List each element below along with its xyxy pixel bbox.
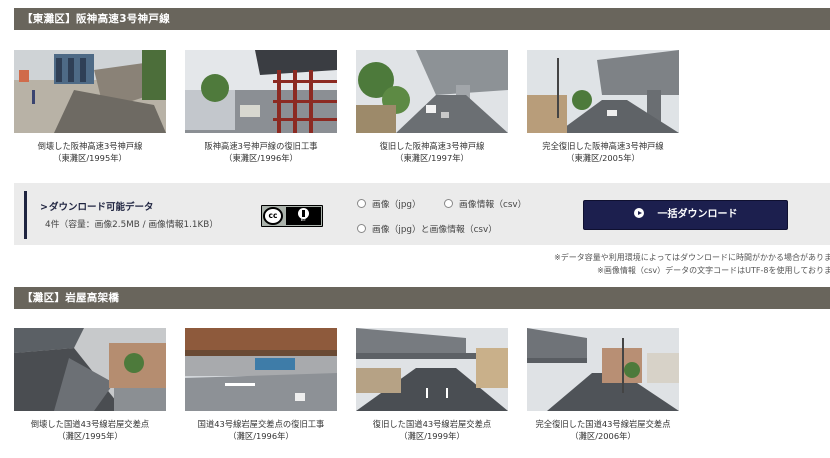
photo-caption: 復旧した国道43号線岩屋交差点 — [372, 419, 492, 429]
photo-thumbnail[interactable] — [185, 328, 337, 411]
photo-subcaption: （東灘区/1995年） — [53, 153, 127, 163]
photo-thumbnail[interactable] — [527, 50, 679, 133]
photo-item[interactable]: 復旧した国道43号線岩屋交差点 （灘区/1999年） — [356, 328, 508, 442]
photo-caption: 阪神高速3号神戸線の復旧工事 — [204, 141, 318, 151]
cc-by-license-icon[interactable]: cc BY — [261, 205, 323, 227]
photo-caption: 完全復旧した国道43号線岩屋交差点 — [535, 419, 671, 429]
by-icon: BY — [286, 207, 321, 225]
photo-caption: 復旧した阪神高速3号神戸線 — [379, 141, 485, 151]
chevron-right-icon: > — [40, 202, 48, 213]
photo-item[interactable]: 阪神高速3号神戸線の復旧工事 （東灘区/1996年） — [185, 50, 337, 164]
bulk-download-label: 一括ダウンロード — [657, 209, 738, 220]
photo-subcaption: （東灘区/1997年） — [395, 153, 469, 163]
bulk-download-button[interactable]: 一括ダウンロード — [583, 200, 788, 230]
radio-label: 画像（jpg）と画像情報（csv） — [372, 225, 498, 235]
cc-icon: cc — [263, 207, 283, 225]
photo-thumbnail[interactable] — [14, 50, 166, 133]
section-header-nada: 【灘区】岩屋高架橋 — [14, 287, 830, 309]
radio-circle-icon[interactable] — [357, 199, 366, 208]
photo-item[interactable]: 倒壊した国道43号線岩屋交差点 （灘区/1995年） — [14, 328, 166, 442]
radio-image-and-info[interactable]: 画像（jpg）と画像情報（csv） — [357, 222, 497, 235]
photo-subcaption: （東灘区/1996年） — [224, 153, 298, 163]
photo-thumbnail[interactable] — [185, 50, 337, 133]
photo-caption: 完全復旧した阪神高速3号神戸線 — [542, 141, 664, 151]
download-info: 4件（容量：画像2.5MB / 画像情報1.1KB） — [45, 220, 219, 230]
download-title: >ダウンロード可能データ — [40, 199, 153, 213]
photo-thumbnail[interactable] — [527, 328, 679, 411]
photo-subcaption: （東灘区/2005年） — [566, 153, 640, 163]
photo-caption: 倒壊した阪神高速3号神戸線 — [37, 141, 143, 151]
radio-label: 画像（jpg） — [372, 200, 421, 210]
radio-image-info-csv[interactable]: 画像情報（csv） — [444, 197, 526, 210]
photo-item[interactable]: 完全復旧した国道43号線岩屋交差点 （灘区/2006年） — [527, 328, 679, 442]
photo-thumbnail[interactable] — [14, 328, 166, 411]
section-header-higashinada: 【東灘区】阪神高速3号神戸線 — [14, 8, 830, 30]
photo-caption: 倒壊した国道43号線岩屋交差点 — [30, 419, 150, 429]
photo-item[interactable]: 完全復旧した阪神高速3号神戸線 （東灘区/2005年） — [527, 50, 679, 164]
photo-thumbnail[interactable] — [356, 328, 508, 411]
photo-subcaption: （灘区/1995年） — [57, 431, 123, 441]
radio-circle-icon[interactable] — [357, 224, 366, 233]
note-download-time: ※データ容量や利用環境によってはダウンロードに時間がかかる場合がありま — [554, 253, 830, 262]
photo-item[interactable]: 国道43号線岩屋交差点の復旧工事 （灘区/1996年） — [185, 328, 337, 442]
download-title-text: ダウンロード可能データ — [48, 202, 154, 213]
photo-subcaption: （灘区/1996年） — [228, 431, 294, 441]
panel-accent-bar — [24, 191, 27, 239]
photo-subcaption: （灘区/1999年） — [399, 431, 465, 441]
radio-label: 画像情報（csv） — [459, 200, 527, 210]
radio-image-jpg[interactable]: 画像（jpg） — [357, 197, 421, 210]
photo-item[interactable]: 復旧した阪神高速3号神戸線 （東灘区/1997年） — [356, 50, 508, 164]
play-icon — [633, 208, 644, 218]
radio-circle-icon[interactable] — [444, 199, 453, 208]
photo-item[interactable]: 倒壊した阪神高速3号神戸線 （東灘区/1995年） — [14, 50, 166, 164]
photo-thumbnail[interactable] — [356, 50, 508, 133]
download-panel: >ダウンロード可能データ 4件（容量：画像2.5MB / 画像情報1.1KB） … — [14, 183, 830, 245]
photo-caption: 国道43号線岩屋交差点の復旧工事 — [197, 419, 325, 429]
photo-subcaption: （灘区/2006年） — [570, 431, 636, 441]
note-csv-encoding: ※画像情報（csv）データの文字コードはUTF-8を使用しておりま — [597, 266, 830, 275]
by-label: BY — [300, 218, 307, 223]
